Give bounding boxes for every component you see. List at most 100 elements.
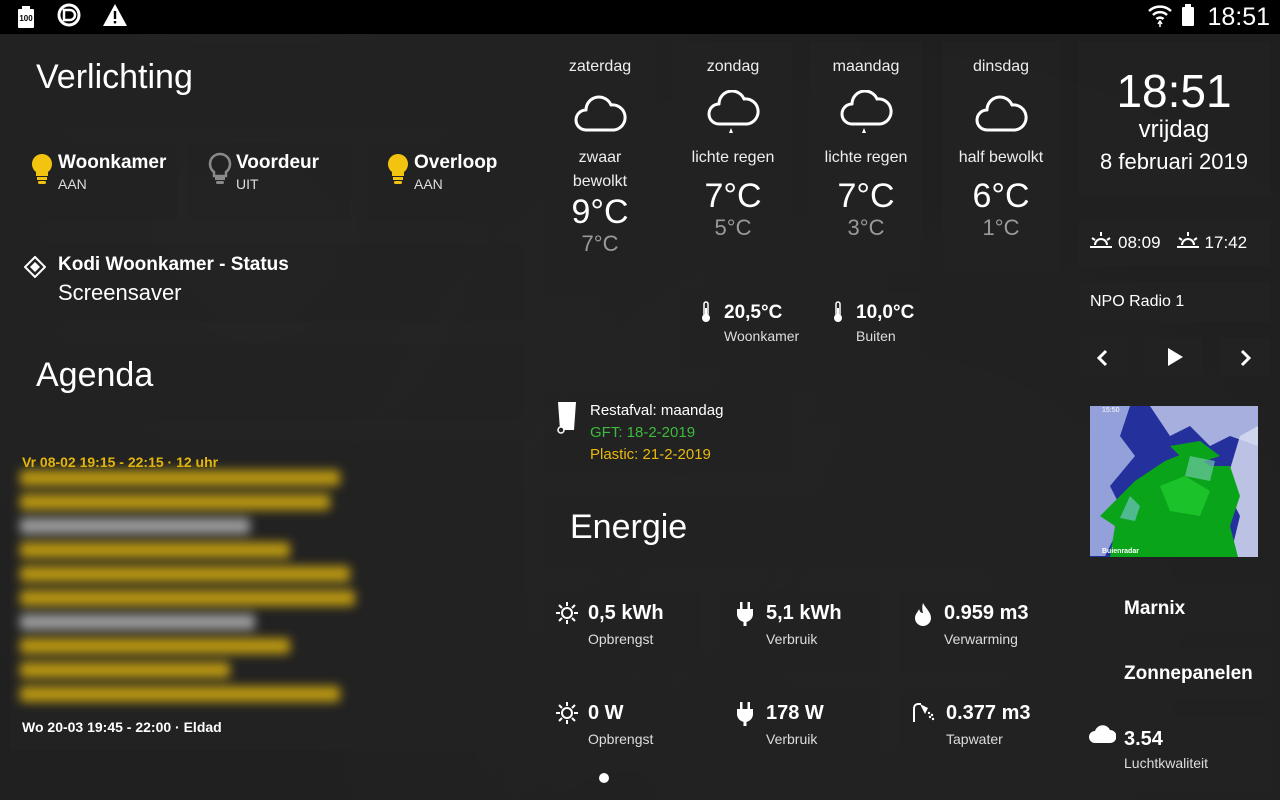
battery-icon: 100 — [16, 5, 36, 29]
clock-tile: 18:51 vrijdag 8 februari 2019 — [1078, 42, 1270, 196]
plug-icon — [734, 702, 756, 760]
temp-tile-woonkamer[interactable]: 20,5°C Woonkamer — [678, 292, 800, 368]
weather-low: 1°C — [982, 215, 1020, 240]
bulb-off-icon — [208, 152, 232, 186]
clock-time: 18:51 — [1116, 65, 1232, 117]
radio-next-button[interactable] — [1220, 338, 1270, 376]
weather-high: 9°C — [571, 193, 629, 231]
energy-tile-verwarming[interactable]: 0.959 m3 Verwarming — [900, 590, 1058, 672]
weather-desc: half bewolkt — [958, 149, 1044, 166]
weather-day-name: maandag — [832, 58, 900, 75]
energy-label: Opbrengst — [588, 731, 654, 747]
page-indicator-dot[interactable] — [599, 773, 609, 783]
weather-high: 7°C — [704, 177, 762, 215]
energy-label: Verbruik — [766, 631, 818, 647]
weather-day-name: zondag — [706, 58, 760, 75]
radio-prev-button[interactable] — [1078, 338, 1128, 376]
zonnepanelen-button[interactable]: Zonnepanelen — [1078, 650, 1270, 700]
light-state: UIT — [236, 176, 259, 192]
battery-full-icon — [1181, 3, 1195, 32]
radar-image — [1090, 406, 1258, 557]
energy-label: Verwarming — [944, 631, 1018, 647]
kodi-status-tile[interactable]: Kodi Woonkamer - Status Screensaver — [10, 244, 524, 322]
marnix-button[interactable]: Marnix — [1078, 584, 1270, 634]
light-rain-icon — [707, 90, 760, 133]
weather-desc: lichte regen — [691, 149, 775, 166]
weather-day-name: dinsdag — [972, 58, 1030, 75]
radio-station: NPO Radio 1 — [1090, 293, 1185, 310]
energy-tile-opbrengst-kwh[interactable]: 0,5 kWh Opbrengst — [544, 590, 700, 672]
waste-plastic: Plastic: 21-2-2019 — [590, 446, 711, 463]
agenda-last-entry: Wo 20-03 19:45 - 22:00 · Eldad — [22, 722, 222, 735]
cloud-icon — [975, 95, 1028, 132]
waste-gft: GFT: 18-2-2019 — [590, 424, 696, 441]
wifi-icon — [1147, 2, 1173, 33]
energy-value: 0.959 m3 — [944, 602, 1029, 624]
weather-day-zaterdag: zaterdag zwaar bewolkt 9°C 7°C — [544, 42, 656, 296]
agenda-first-entry: Vr 08-02 19:15 - 22:15 · 12 uhr — [22, 454, 219, 467]
weather-desc: lichte regen — [824, 149, 908, 166]
radio-tile[interactable]: NPO Radio 1 — [1078, 282, 1270, 322]
sun-icon — [556, 702, 578, 760]
energy-tile-verbruik-kwh[interactable]: 5,1 kWh Verbruik — [722, 590, 878, 672]
weather-low: 7°C — [581, 231, 619, 256]
air-quality-value: 3.54 — [1124, 728, 1163, 750]
cloud-filled-icon — [1088, 724, 1117, 749]
chevron-left-icon — [1096, 349, 1108, 372]
light-rain-icon — [840, 90, 893, 133]
light-state: AAN — [414, 176, 443, 192]
cloud-icon — [574, 95, 627, 132]
sun-icon — [556, 602, 578, 660]
clock-date: 8 februari 2019 — [1100, 149, 1248, 174]
energy-tile-opbrengst-w[interactable]: 0 W Opbrengst — [544, 690, 700, 772]
weather-day-dinsdag: dinsdag half bewolkt 6°C 1°C — [942, 42, 1060, 270]
energy-value: 0.377 m3 — [946, 702, 1031, 724]
sun-times-tile: 08:09 17:42 — [1078, 220, 1270, 266]
lights-title: Verlichting — [36, 58, 193, 96]
status-time: 18:51 — [1207, 2, 1270, 31]
radar-timestamp: 15:50 — [1102, 407, 1120, 414]
light-name: Voordeur — [236, 152, 320, 173]
warning-icon — [102, 3, 128, 32]
energy-label: Opbrengst — [588, 631, 654, 647]
play-icon — [1166, 347, 1184, 372]
energy-label: Tapwater — [946, 731, 1003, 747]
weather-desc: zwaar bewolkt — [572, 149, 628, 190]
energy-value: 0 W — [588, 702, 624, 724]
light-tile-voordeur[interactable]: Voordeur UIT — [188, 142, 350, 220]
temp-tile-buiten[interactable]: 10,0°C Buiten — [810, 292, 922, 368]
energy-value: 5,1 kWh — [766, 602, 842, 624]
plug-icon — [734, 602, 756, 660]
radio-play-button[interactable] — [1146, 338, 1202, 376]
sunrise-icon — [1090, 231, 1112, 255]
light-tile-woonkamer[interactable]: Woonkamer AAN — [10, 142, 178, 220]
rain-radar-map[interactable]: 15:50 Buienradar — [1090, 406, 1258, 557]
temp-value: 10,0°C — [856, 302, 915, 323]
energy-tile-verbruik-w[interactable]: 178 W Verbruik — [722, 690, 878, 772]
bulb-on-icon — [386, 152, 410, 186]
energy-value: 0,5 kWh — [588, 602, 664, 624]
weather-day-maandag: maandag lichte regen 7°C 3°C — [810, 42, 922, 270]
agenda-blurred-entries — [20, 470, 360, 720]
weather-day-zondag: zondag lichte regen 7°C 5°C — [674, 42, 792, 270]
light-name: Woonkamer — [58, 152, 167, 173]
weather-high: 6°C — [972, 177, 1030, 215]
temp-label: Woonkamer — [724, 328, 800, 344]
trash-bin-icon — [556, 400, 578, 439]
energy-label: Verbruik — [766, 731, 818, 747]
energy-value: 178 W — [766, 702, 824, 724]
status-bar: 100 18:51 — [0, 0, 1280, 34]
temp-label: Buiten — [856, 328, 896, 344]
waste-tile[interactable]: Restafval: maandag GFT: 18-2-2019 Plasti… — [544, 390, 790, 474]
sunset-time: 17:42 — [1204, 233, 1248, 252]
air-quality-label: Luchtkwaliteit — [1124, 755, 1209, 771]
energy-tile-tapwater[interactable]: 0.377 m3 Tapwater — [900, 690, 1058, 772]
data-saver-icon — [56, 3, 82, 32]
bulb-on-icon — [30, 152, 54, 186]
light-name: Overloop — [414, 152, 498, 173]
light-tile-overloop[interactable]: Overloop AAN — [366, 142, 524, 220]
air-quality-tile[interactable]: 3.54 Luchtkwaliteit — [1078, 716, 1270, 792]
kodi-icon — [23, 255, 47, 283]
energy-header: Energie — [544, 494, 1058, 570]
energy-title: Energie — [570, 508, 688, 546]
